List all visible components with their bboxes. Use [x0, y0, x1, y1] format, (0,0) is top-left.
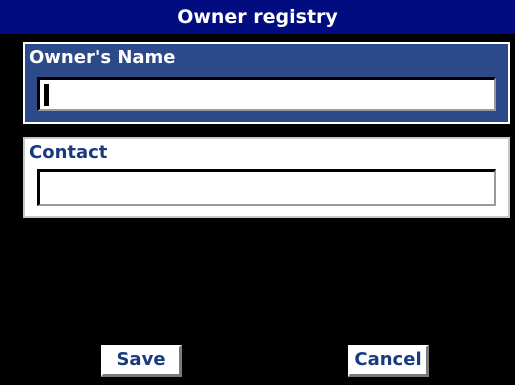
- window-title: Owner registry: [0, 0, 515, 34]
- contact-field[interactable]: [37, 169, 496, 206]
- text-caret: [44, 84, 49, 106]
- contact-group: Contact: [23, 137, 510, 218]
- save-button[interactable]: Save: [101, 345, 182, 377]
- owner-name-field[interactable]: [37, 77, 496, 111]
- cancel-button[interactable]: Cancel: [348, 345, 429, 377]
- owner-name-group: Owner's Name: [23, 42, 510, 124]
- owner-name-label: Owner's Name: [29, 47, 176, 68]
- contact-label: Contact: [29, 142, 108, 163]
